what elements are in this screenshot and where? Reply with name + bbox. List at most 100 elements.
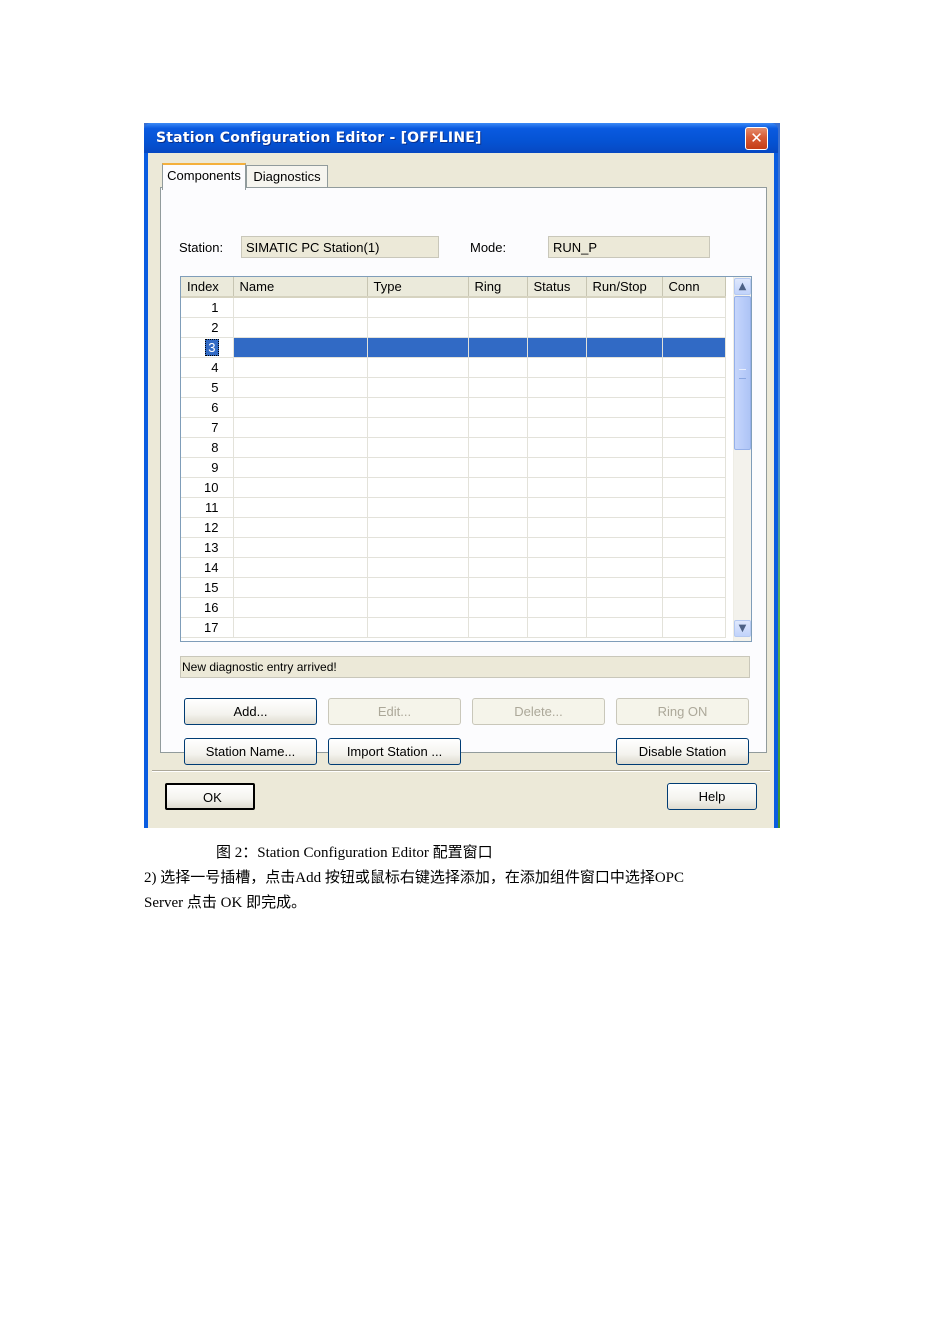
row-index-cell[interactable]: 13 [181,537,234,558]
table-cell[interactable] [233,477,368,498]
table-cell[interactable] [662,357,726,378]
table-cell[interactable] [367,457,469,478]
column-header[interactable]: Type [367,277,469,298]
table-cell[interactable] [468,497,528,518]
column-header[interactable]: Run/Stop [586,277,663,298]
table-cell[interactable] [586,397,663,418]
row-index-cell[interactable]: 10 [181,477,234,498]
table-cell[interactable] [468,417,528,438]
table-cell[interactable] [527,497,587,518]
table-cell[interactable] [367,397,469,418]
table-cell[interactable] [662,577,726,598]
table-cell[interactable] [367,577,469,598]
ring-on-button[interactable]: Ring ON [616,698,749,725]
table-cell[interactable] [527,537,587,558]
table-row[interactable]: 11 [181,497,726,518]
row-index-cell[interactable]: 3 [181,337,234,358]
scroll-up-button[interactable]: ▲ [734,278,751,295]
column-header[interactable]: Index [181,277,234,298]
table-cell[interactable] [468,617,528,638]
table-cell[interactable] [527,417,587,438]
table-cell[interactable] [233,417,368,438]
table-cell[interactable] [233,597,368,618]
table-cell[interactable] [468,317,528,338]
table-row[interactable]: 5 [181,377,726,398]
table-cell[interactable] [662,437,726,458]
table-cell[interactable] [586,537,663,558]
table-row[interactable]: 17 [181,617,726,638]
table-cell[interactable] [468,377,528,398]
column-header[interactable]: Name [233,277,368,298]
table-row[interactable]: 1 [181,297,726,318]
import-station-button[interactable]: Import Station ... [328,738,461,765]
table-row[interactable]: 10 [181,477,726,498]
table-cell[interactable] [468,557,528,578]
table-row[interactable]: 15 [181,577,726,598]
row-index-cell[interactable]: 16 [181,597,234,618]
table-cell[interactable] [586,357,663,378]
table-cell[interactable] [468,457,528,478]
table-cell[interactable] [527,397,587,418]
help-button[interactable]: Help [667,783,757,810]
table-cell[interactable] [586,477,663,498]
row-index-cell[interactable]: 5 [181,377,234,398]
table-row[interactable]: 3 [181,337,726,358]
table-cell[interactable] [468,517,528,538]
table-cell[interactable] [233,437,368,458]
table-cell[interactable] [662,477,726,498]
table-cell[interactable] [468,337,528,358]
table-row[interactable]: 7 [181,417,726,438]
table-cell[interactable] [586,337,663,358]
table-cell[interactable] [662,617,726,638]
table-cell[interactable] [662,297,726,318]
add-button[interactable]: Add... [184,698,317,725]
table-cell[interactable] [233,617,368,638]
row-index-cell[interactable]: 9 [181,457,234,478]
table-cell[interactable] [233,317,368,338]
table-cell[interactable] [662,517,726,538]
table-cell[interactable] [527,297,587,318]
table-cell[interactable] [586,377,663,398]
table-cell[interactable] [233,457,368,478]
table-cell[interactable] [586,417,663,438]
table-cell[interactable] [468,597,528,618]
row-index-cell[interactable]: 8 [181,437,234,458]
table-cell[interactable] [586,457,663,478]
table-row[interactable]: 4 [181,357,726,378]
table-cell[interactable] [367,477,469,498]
table-cell[interactable] [662,537,726,558]
disable-station-button[interactable]: Disable Station [616,738,749,765]
table-cell[interactable] [367,517,469,538]
table-cell[interactable] [662,337,726,358]
close-button[interactable]: ✕ [745,127,768,150]
table-cell[interactable] [367,557,469,578]
titlebar[interactable]: Station Configuration Editor - [OFFLINE]… [144,123,778,153]
table-row[interactable]: 14 [181,557,726,578]
table-cell[interactable] [586,297,663,318]
table-cell[interactable] [527,437,587,458]
column-header[interactable]: Ring [468,277,528,298]
table-cell[interactable] [586,557,663,578]
tab-diagnostics[interactable]: Diagnostics [246,165,328,188]
table-row[interactable]: 13 [181,537,726,558]
table-cell[interactable] [367,297,469,318]
table-cell[interactable] [586,577,663,598]
row-index-cell[interactable]: 11 [181,497,234,518]
table-cell[interactable] [468,477,528,498]
table-cell[interactable] [662,397,726,418]
table-cell[interactable] [527,477,587,498]
table-cell[interactable] [662,497,726,518]
table-row[interactable]: 12 [181,517,726,538]
scroll-down-button[interactable]: ▼ [734,620,751,637]
delete-button[interactable]: Delete... [472,698,605,725]
table-cell[interactable] [468,297,528,318]
table-cell[interactable] [233,337,368,358]
table-cell[interactable] [527,517,587,538]
table-cell[interactable] [586,317,663,338]
table-cell[interactable] [367,497,469,518]
table-cell[interactable] [367,617,469,638]
table-row[interactable]: 2 [181,317,726,338]
table-row[interactable]: 16 [181,597,726,618]
table-cell[interactable] [662,317,726,338]
row-index-cell[interactable]: 12 [181,517,234,538]
